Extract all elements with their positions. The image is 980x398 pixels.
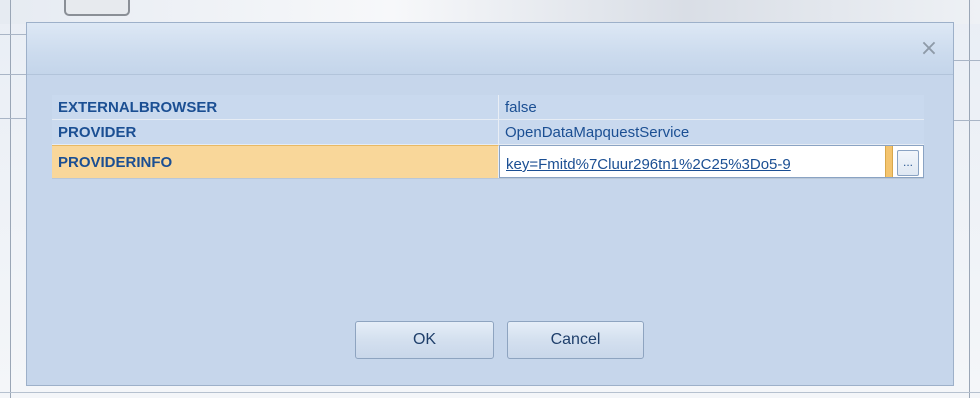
property-name: PROVIDER: [52, 120, 499, 144]
background-divider: [0, 118, 26, 119]
property-value[interactable]: false: [499, 95, 924, 119]
property-name: PROVIDERINFO: [52, 145, 499, 178]
close-icon[interactable]: ×: [917, 37, 941, 61]
dialog-titlebar: ×: [27, 23, 953, 75]
background-toolbar-strip: [0, 0, 980, 24]
ok-button[interactable]: OK: [355, 321, 494, 359]
property-grid: EXTERNALBROWSER false PROVIDER OpenDataM…: [52, 95, 924, 179]
property-row-provider[interactable]: PROVIDER OpenDataMapquestService: [52, 120, 924, 145]
background-divider: [10, 0, 11, 398]
providerinfo-input[interactable]: [500, 146, 885, 177]
background-divider: [0, 34, 26, 35]
property-row-providerinfo[interactable]: PROVIDERINFO ...: [52, 145, 924, 179]
property-value[interactable]: OpenDataMapquestService: [499, 120, 924, 144]
background-divider: [0, 392, 980, 393]
property-row-externalbrowser[interactable]: EXTERNALBROWSER false: [52, 95, 924, 120]
background-divider: [0, 74, 26, 75]
ellipsis-button[interactable]: ...: [897, 150, 919, 176]
background-divider: [954, 120, 980, 121]
background-divider: [954, 60, 980, 61]
background-button: [64, 0, 130, 16]
scroll-caret: [885, 146, 893, 177]
properties-dialog: × EXTERNALBROWSER false PROVIDER OpenDat…: [26, 22, 954, 386]
cancel-button[interactable]: Cancel: [507, 321, 644, 359]
property-name: EXTERNALBROWSER: [52, 95, 499, 119]
property-value-editor: ...: [499, 145, 924, 178]
